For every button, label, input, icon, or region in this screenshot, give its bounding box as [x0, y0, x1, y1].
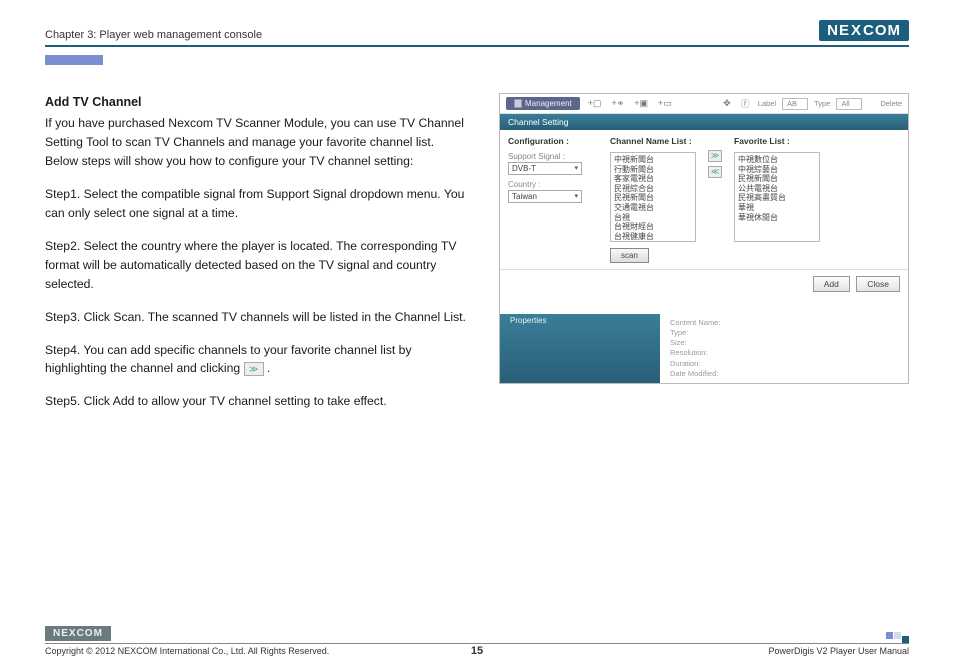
chapter-title: Chapter 3: Player web management console	[45, 29, 262, 41]
link-icon[interactable]: +⚭	[609, 98, 626, 109]
label-text: Label	[758, 99, 776, 108]
move-icon[interactable]: ✥	[721, 98, 733, 109]
management-tab[interactable]: Management	[506, 97, 580, 110]
footer-logo: NEXCOM	[45, 626, 111, 641]
close-button[interactable]: Close	[856, 276, 900, 292]
app-screenshot: Management +▢ +⚭ +▣ +▭ ✥ ⓕ Label AB Type…	[499, 93, 909, 384]
new-row-icon[interactable]: +▭	[656, 98, 674, 109]
dialog-title: Channel Setting	[500, 114, 908, 130]
intro-paragraph: If you have purchased Nexcom TV Scanner …	[45, 114, 469, 171]
type-select[interactable]: All	[836, 98, 862, 110]
section-indicator	[45, 55, 103, 65]
step5: Step5. Click Add to allow your TV channe…	[45, 392, 469, 411]
remove-left-button[interactable]: ≪	[708, 166, 722, 178]
document-text: Add TV Channel If you have purchased Nex…	[45, 93, 469, 425]
font-icon[interactable]: ⓕ	[739, 97, 752, 110]
section-heading: Add TV Channel	[45, 93, 469, 112]
doc-icon	[514, 99, 522, 108]
step2: Step2. Select the country where the play…	[45, 237, 469, 294]
favorite-listbox[interactable]: 中視數位台中視綜藝台民視新聞台 公共電視台民視高畫質台華視 華視休閒台	[734, 152, 820, 242]
add-button[interactable]: Add	[813, 276, 850, 292]
scan-button[interactable]: scan	[610, 248, 649, 263]
step1: Step1. Select the compatible signal from…	[45, 185, 469, 223]
channel-name-listbox[interactable]: 中視新聞台行動新聞台客家電視台 民視綜合台民視新聞台交通電視台 台視台視財經台台…	[610, 152, 696, 242]
copyright: Copyright © 2012 NEXCOM International Co…	[45, 646, 329, 656]
step4: Step4. You can add specific channels to …	[45, 341, 469, 379]
footer-decoration	[886, 632, 909, 643]
new-page-icon[interactable]: +▢	[586, 98, 604, 109]
add-right-button[interactable]: ≫	[708, 150, 722, 162]
page-number: 15	[471, 645, 483, 657]
manual-name: PowerDigis V2 Player User Manual	[768, 646, 909, 656]
config-heading: Configuration :	[508, 136, 598, 146]
new-window-icon[interactable]: +▣	[632, 98, 650, 109]
channel-list-heading: Channel Name List :	[610, 136, 696, 146]
move-right-icon: ≫	[244, 362, 264, 376]
type-text: Type	[814, 99, 830, 108]
country-label: Country :	[508, 180, 598, 189]
label-select[interactable]: AB	[782, 98, 808, 110]
delete-link[interactable]: Delete	[880, 99, 902, 108]
signal-label: Support Signal :	[508, 152, 598, 161]
properties-fields: Content Name:Type:Size: Resolution:Durat…	[660, 314, 908, 383]
brand-logo: NEXCOM	[819, 20, 909, 41]
country-select[interactable]: Taiwan▾	[508, 190, 582, 203]
properties-tab[interactable]: Properties	[500, 314, 660, 383]
step3: Step3. Click Scan. The scanned TV channe…	[45, 308, 469, 327]
favorite-list-heading: Favorite List :	[734, 136, 820, 146]
signal-select[interactable]: DVB-T▾	[508, 162, 582, 175]
